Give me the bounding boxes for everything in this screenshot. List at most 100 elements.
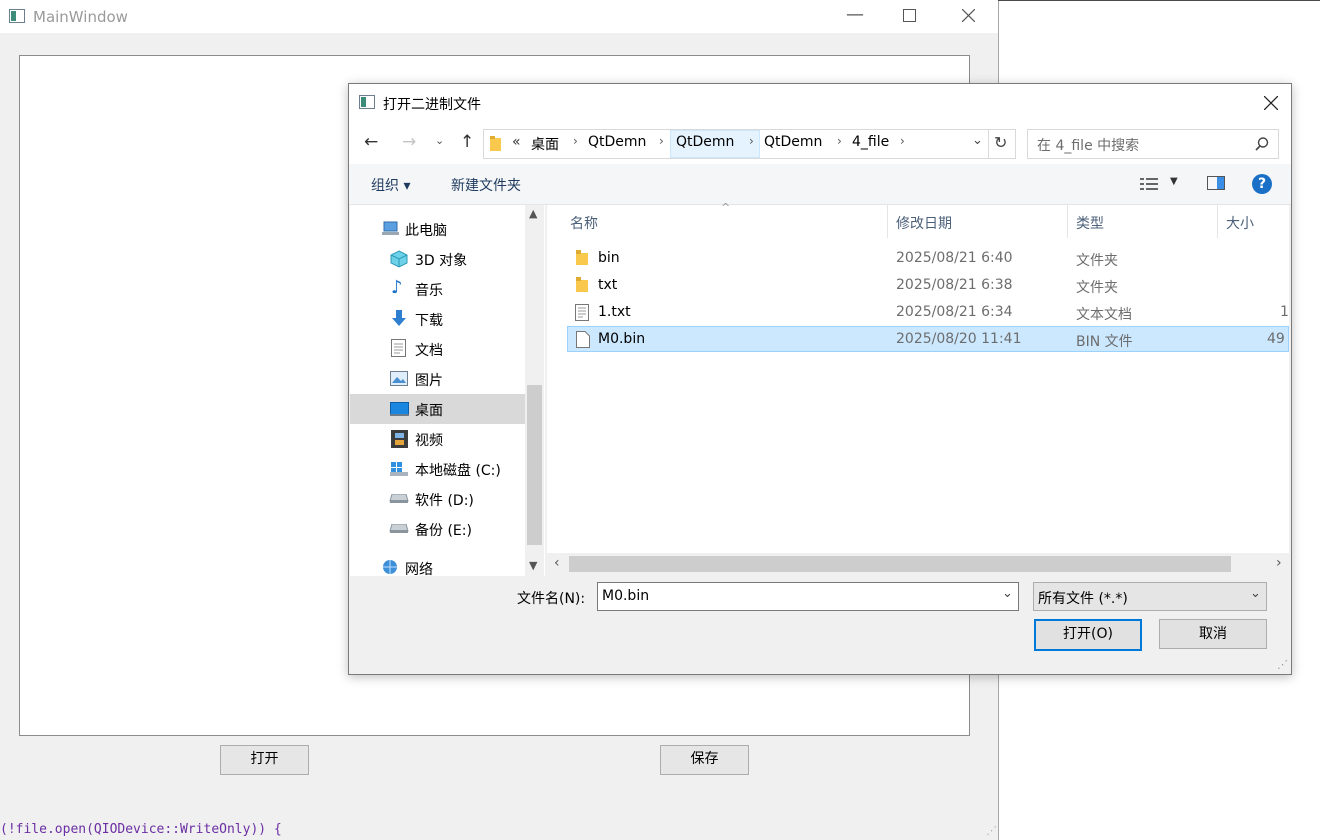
column-separator[interactable] [1067,205,1068,238]
nav-label: 文档 [415,343,443,359]
refresh-icon: ↻ [994,133,1008,152]
scroll-left-arrow-icon[interactable]: ‹ [554,555,560,571]
dialog-cancel-button[interactable]: 取消 [1159,619,1267,649]
back-arrow-icon[interactable]: ← [364,132,378,152]
file-row-1-txt[interactable]: 1.txt 2025/08/21 6:34 文本文档 1 [567,300,1289,326]
breadcrumb-separator-icon[interactable]: › [659,134,664,148]
nav-item-drive-e[interactable]: 备份 (E:) [350,514,525,544]
column-type[interactable]: 类型 [1076,213,1104,233]
dialog-app-icon [359,95,375,109]
nav-item-downloads[interactable]: 下载 [350,304,525,334]
nav-label: 软件 (D:) [415,493,474,509]
file-name: M0.bin [598,331,646,347]
file-size: 49 [1267,331,1285,347]
address-bar[interactable]: « 桌面 › QtDemn › QtDemn › QtDemn › 4_file… [483,129,989,159]
music-icon: ♪ [391,277,403,298]
breadcrumb-separator-icon[interactable]: › [573,134,578,148]
recent-locations-chevron-icon[interactable]: ⌄ [435,134,444,147]
nav-item-pictures[interactable]: 图片 [350,364,525,394]
nav-item-desktop[interactable]: 桌面 [350,394,525,424]
folder-icon [576,250,588,265]
download-icon [392,310,406,326]
document-icon [391,339,406,357]
column-separator[interactable] [1217,205,1218,238]
main-open-button[interactable]: 打开 [220,745,309,775]
file-type: BIN 文件 [1076,334,1133,350]
close-icon[interactable] [962,9,975,22]
file-modified: 2025/08/21 6:38 [896,277,1013,293]
blank-file-icon [576,331,590,348]
preview-pane-icon[interactable] [1207,175,1225,191]
breadcrumb-separator-icon[interactable]: › [900,134,905,148]
dialog-titlebar: 打开二进制文件 [349,84,1291,122]
breadcrumb-qtdemn-2[interactable]: QtDemn [676,134,734,150]
file-row-m0-bin[interactable]: M0.bin 2025/08/20 11:41 BIN 文件 49 [567,326,1289,352]
file-list-hscrollbar[interactable]: ‹ › [547,553,1289,575]
nav-item-documents[interactable]: 文档 [350,334,525,364]
maximize-icon[interactable] [903,9,916,22]
file-row-bin[interactable]: bin 2025/08/21 6:40 文件夹 [567,246,1289,272]
code-editor-snippet: (!file.open(QIODevice::WriteOnly)) { [0,822,282,837]
address-overflow[interactable]: « [512,134,521,150]
breadcrumb-separator-icon[interactable]: › [837,134,842,148]
nav-item-music[interactable]: ♪ 音乐 [350,274,525,304]
view-options-chevron-icon[interactable]: ▼ [1170,176,1178,187]
file-type-filter[interactable]: 所有文件 (*.*) ⌄ [1033,582,1267,611]
view-details-icon[interactable] [1139,176,1159,192]
text-file-icon [575,304,589,321]
nav-item-drive-c[interactable]: 本地磁盘 (C:) [350,454,525,484]
scroll-down-arrow-icon[interactable]: ▼ [529,559,537,572]
breadcrumb-separator-icon[interactable]: › [749,134,754,148]
refresh-button[interactable]: ↻ [988,129,1016,159]
column-name[interactable]: 名称 [570,213,598,233]
nav-label: 备份 (E:) [415,523,472,539]
file-modified: 2025/08/21 6:40 [896,250,1013,266]
window-edge-line [998,0,1320,1]
scrollbar-thumb[interactable] [569,556,1231,572]
breadcrumb-desktop[interactable]: 桌面 [531,134,559,154]
minimize-icon[interactable]: — [846,4,864,25]
scroll-up-arrow-icon[interactable]: ▲ [529,207,537,220]
filename-label: 文件名(N): [517,591,586,607]
address-history-chevron-icon[interactable]: ⌄ [972,133,983,148]
forward-arrow-icon[interactable]: → [402,132,416,152]
file-name: bin [598,250,620,266]
nav-label: 此电脑 [405,223,447,239]
filename-dropdown-chevron-icon[interactable]: ⌄ [1002,586,1013,601]
nav-label: 音乐 [415,283,443,299]
filename-input[interactable]: M0.bin ⌄ [597,582,1019,611]
organize-menu[interactable]: 组织 ▾ [371,175,410,195]
column-separator[interactable] [887,205,888,238]
resize-grip-icon[interactable]: ⋰ [986,824,997,837]
filter-dropdown-chevron-icon[interactable]: ⌄ [1250,586,1261,601]
column-size[interactable]: 大小 [1226,213,1254,233]
search-box[interactable]: 在 4_file 中搜索 [1027,129,1279,159]
up-arrow-icon[interactable]: ↑ [460,132,474,152]
file-name: 1.txt [598,304,631,320]
nav-item-drive-d[interactable]: 软件 (D:) [350,484,525,514]
dialog-resize-grip-icon[interactable]: ⋰ [1277,658,1288,671]
file-type: 文本文档 [1076,307,1132,323]
file-modified: 2025/08/20 11:41 [896,331,1022,347]
nav-item-videos[interactable]: 视频 [350,424,525,454]
folder-icon [576,277,588,292]
file-row-txt[interactable]: txt 2025/08/21 6:38 文件夹 [567,273,1289,299]
open-file-dialog: 打开二进制文件 ← → ⌄ ↑ « 桌面 › QtDemn › QtDemn ›… [348,83,1292,675]
dialog-open-button[interactable]: 打开(O) [1034,619,1142,651]
dialog-close-icon[interactable] [1264,96,1278,110]
nav-item-3d-objects[interactable]: 3D 对象 [350,244,525,274]
breadcrumb-qtdemn-1[interactable]: QtDemn [588,134,646,150]
nav-label: 视频 [415,433,443,449]
main-save-button[interactable]: 保存 [660,745,749,775]
scroll-right-arrow-icon[interactable]: › [1276,555,1282,571]
breadcrumb-qtdemn-3[interactable]: QtDemn [764,134,822,150]
nav-item-this-pc[interactable]: 此电脑 [350,214,525,244]
navigation-scrollbar[interactable]: ▲ ▼ [525,205,544,576]
breadcrumb-4-file[interactable]: 4_file [852,134,889,150]
nav-item-network[interactable]: 网络 [350,553,525,576]
scrollbar-thumb[interactable] [527,385,542,545]
new-folder-button[interactable]: 新建文件夹 [451,175,521,195]
column-modified[interactable]: 修改日期 [896,213,952,233]
help-icon[interactable]: ? [1252,174,1272,194]
navigation-pane[interactable]: 此电脑 3D 对象 ♪ 音乐 下载 文档 图片 桌面 视频 本地磁盘 (C:) … [350,205,545,576]
